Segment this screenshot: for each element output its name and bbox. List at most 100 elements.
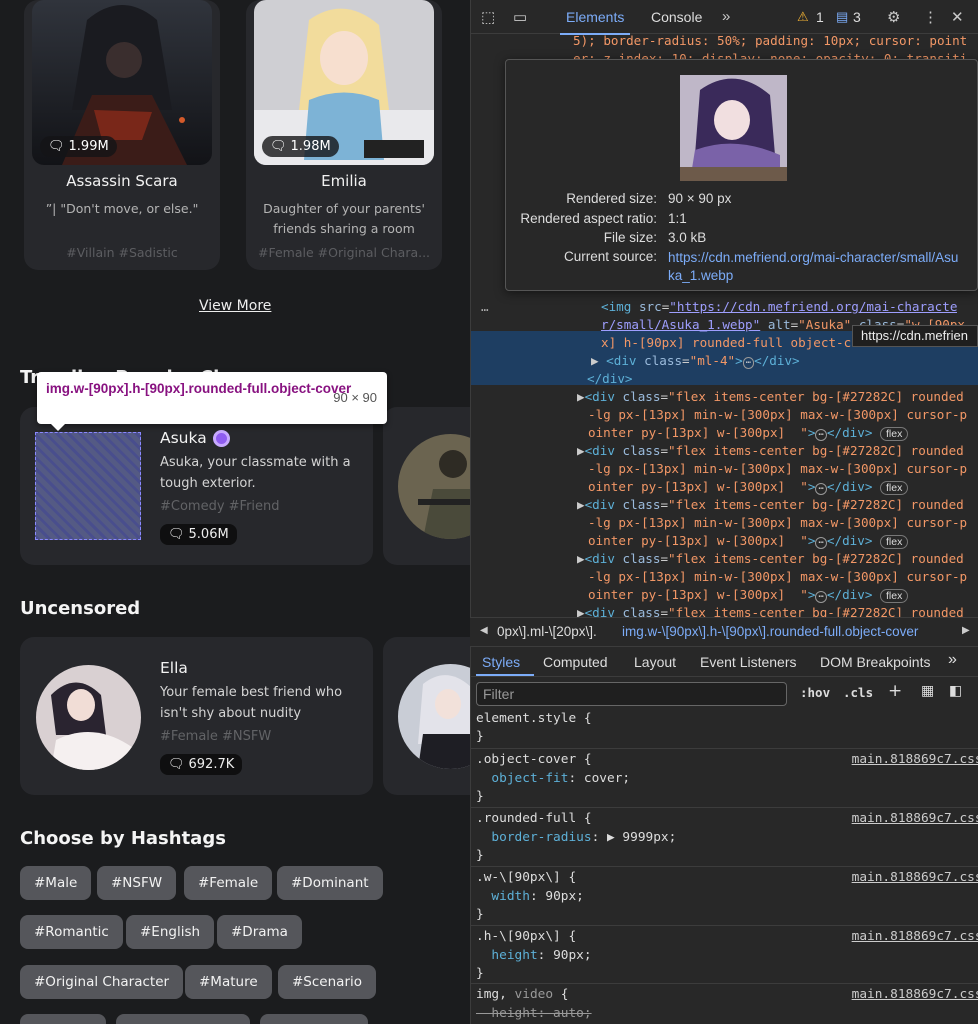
styles-tabs: Styles Computed Layout Event Listeners D…	[470, 647, 978, 677]
source-link[interactable]: main.818869c7.css:3	[852, 928, 978, 947]
character-name: Emilia	[321, 172, 367, 190]
character-description: Asuka, your classmate with a tough exter…	[160, 455, 351, 491]
tab-console[interactable]: Console	[651, 9, 702, 25]
aspect-ratio-label: Rendered aspect ratio:	[520, 211, 657, 226]
character-card-assassin-scara[interactable]: 🗨 1.99M Assassin Scara ”| "Don't move, or…	[24, 0, 220, 270]
hashtag-chip[interactable]	[260, 1014, 368, 1024]
tooltip-size: 90 × 90	[333, 390, 377, 405]
warning-count: 1	[816, 9, 824, 25]
more-options-icon[interactable]: ⋮	[923, 8, 938, 26]
close-icon[interactable]: ✕	[951, 8, 964, 26]
tab-event-listeners[interactable]: Event Listeners	[700, 654, 797, 670]
hashtags-section-title: Choose by Hashtags	[20, 828, 226, 849]
sidebar-toggle-icon[interactable]: ◧	[949, 683, 962, 699]
character-card-peek[interactable]	[383, 407, 470, 565]
class-toggle[interactable]: .cls	[843, 685, 873, 700]
hashtag-chip[interactable]: #Dominant	[277, 866, 383, 900]
messages-icon[interactable]: ▤	[836, 9, 848, 25]
hashtag-chip[interactable]: #Mature	[185, 965, 272, 999]
hashtag-chip[interactable]: #English	[126, 915, 215, 949]
source-link[interactable]: main.818869c7.css:3	[852, 869, 978, 888]
tab-styles[interactable]: Styles	[482, 654, 520, 670]
chat-icon: 🗨	[168, 527, 185, 542]
character-description: ”| "Don't move, or else."	[45, 201, 199, 216]
tab-dom-breakpoints[interactable]: DOM Breakpoints	[820, 654, 930, 670]
rendered-size-value: 90 × 90 px	[668, 191, 732, 206]
file-size-label: File size:	[603, 230, 657, 245]
chat-icon: 🗨	[48, 139, 65, 154]
paint-brush-icon[interactable]: ▦	[921, 683, 934, 699]
character-name: Asuka	[160, 429, 207, 447]
uncensored-section-title: Uncensored	[20, 598, 141, 619]
character-name: Assassin Scara	[66, 172, 178, 190]
hashtag-chip[interactable]: #Scenario	[278, 965, 376, 999]
file-size-value: 3.0 kB	[668, 230, 707, 245]
breadcrumb-left-arrow-icon[interactable]: ◀	[480, 625, 488, 636]
source-link[interactable]: main.818869c7.css:3	[852, 810, 978, 829]
breadcrumb-item-selected[interactable]: img.w-\[90px\].h-\[90px\].rounded-full.o…	[622, 624, 918, 639]
devtools-toolbar: ⬚ ▭ Elements Console » ⚠ 1 ▤ 3 ⚙ ⋮ ✕	[471, 0, 978, 35]
view-count-badge: 🗨 1.99M	[40, 136, 117, 157]
chat-icon: 🗨	[270, 139, 287, 154]
tooltip-selector: img.w-[90px].h-[90px].rounded-full.objec…	[46, 381, 352, 396]
character-avatar	[36, 665, 141, 770]
style-rule-height: .h-\[90px\] { main.818869c7.css:3 height…	[470, 926, 978, 984]
inspected-element-highlight	[35, 432, 141, 540]
warning-icon[interactable]: ⚠	[797, 9, 809, 25]
image-preview-thumbnail	[680, 75, 787, 181]
character-tags: #Female #NSFW	[160, 729, 272, 744]
tab-computed[interactable]: Computed	[543, 654, 608, 670]
character-avatar	[398, 434, 470, 539]
style-rule-object-cover: .object-cover { main.818869c7.css:3 obje…	[470, 749, 978, 808]
more-tabs-icon[interactable]: »	[722, 8, 730, 25]
hashtag-chip[interactable]: #Romantic	[20, 915, 123, 949]
hashtag-chip[interactable]: #Female	[184, 866, 273, 900]
current-source-link[interactable]: https://cdn.mefriend.org/mai-character/s…	[668, 249, 960, 285]
character-tags: #Comedy #Friend	[160, 499, 280, 514]
style-rule-img-video: img, video { main.818869c7.css:3 height:…	[470, 984, 978, 1024]
inspect-tooltip: img.w-[90px].h-[90px].rounded-full.objec…	[37, 372, 387, 431]
chat-icon: 🗨	[168, 757, 185, 772]
more-tabs-icon[interactable]: »	[948, 651, 957, 669]
device-toolbar-icon[interactable]: ▭	[513, 8, 527, 26]
breadcrumb: ◀ 0px\].ml-\[20px\]. img.w-\[90px\].h-\[…	[470, 617, 978, 647]
hashtag-chip[interactable]: #Original Character	[20, 965, 184, 999]
character-description: Your female best friend who isn't shy ab…	[160, 685, 343, 721]
view-count-badge: 🗨 5.06M	[160, 524, 237, 545]
hashtag-chip[interactable]	[116, 1014, 250, 1024]
style-rule-element: element.style { }	[470, 709, 978, 749]
style-rule-rounded-full: .rounded-full { main.818869c7.css:3 bord…	[470, 808, 978, 867]
source-link[interactable]: main.818869c7.css:3	[852, 986, 978, 1005]
view-count-badge: 🗨 692.7K	[160, 754, 243, 775]
image-preview-popup: Rendered size: 90 × 90 px Rendered aspec…	[505, 59, 978, 291]
styles-filter-input[interactable]: Filter	[476, 682, 787, 706]
character-card-ella[interactable]: Ella Your female best friend who isn't s…	[20, 637, 373, 795]
character-image: 🗨 1.98M	[254, 0, 434, 165]
hashtag-chip[interactable]: #Male	[20, 866, 92, 900]
hashtag-chip[interactable]: #Drama	[217, 915, 302, 949]
view-more-link[interactable]: View More	[199, 298, 271, 314]
character-avatar	[398, 664, 470, 769]
rendered-size-label: Rendered size:	[566, 191, 657, 206]
inspect-element-icon[interactable]: ⬚	[481, 8, 495, 26]
character-name: Ella	[160, 659, 188, 677]
style-rule-width: .w-\[90px\] { main.818869c7.css:3 width:…	[470, 867, 978, 926]
tab-elements[interactable]: Elements	[559, 9, 631, 35]
breadcrumb-item[interactable]: 0px\].ml-\[20px\].	[497, 624, 597, 639]
character-card-peek[interactable]	[383, 637, 470, 795]
character-card-emilia[interactable]: 🗨 1.98M Emilia Daughter of your parents' …	[246, 0, 442, 270]
breadcrumb-right-arrow-icon[interactable]: ▶	[962, 625, 970, 636]
hashtag-chip[interactable]: #NSFW	[97, 866, 177, 900]
character-tags: #Female #Original Chara...	[258, 245, 430, 260]
verified-badge-icon	[212, 429, 230, 447]
aspect-ratio-value: 1:1	[668, 211, 687, 226]
tab-layout[interactable]: Layout	[634, 654, 676, 670]
tab-styles-underline	[476, 674, 534, 676]
source-link[interactable]: main.818869c7.css:3	[852, 751, 978, 770]
hashtag-chip[interactable]	[20, 1014, 106, 1024]
view-count-badge: 🗨 1.98M	[262, 136, 339, 157]
settings-gear-icon[interactable]: ⚙	[887, 8, 900, 26]
current-source-label: Current source:	[563, 249, 657, 264]
new-style-rule-icon[interactable]: +	[888, 681, 902, 701]
hover-state-toggle[interactable]: :hov	[800, 685, 830, 700]
